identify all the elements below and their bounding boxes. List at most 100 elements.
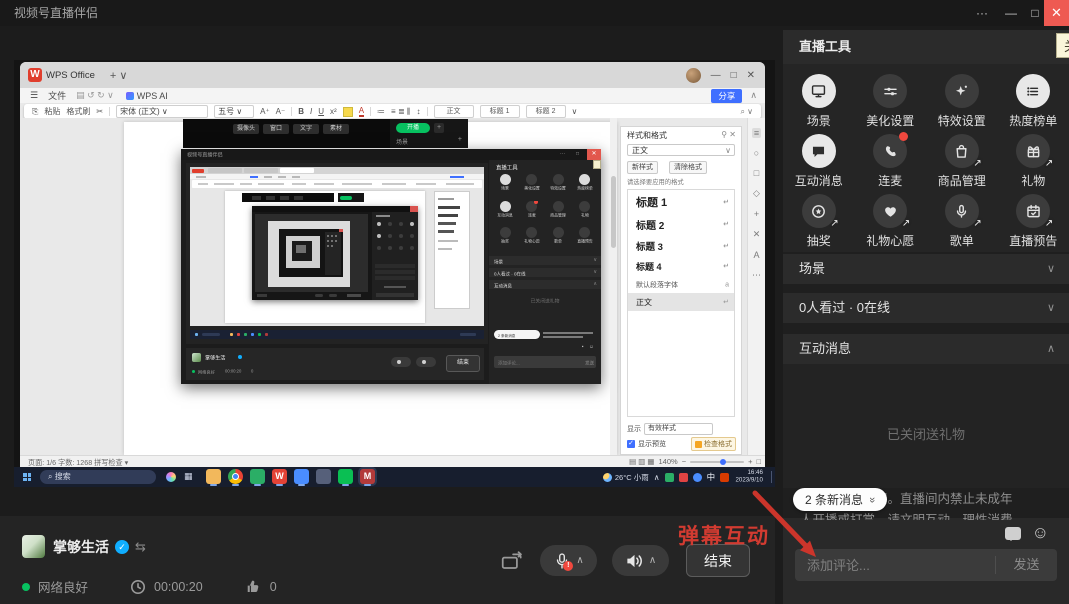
wps-ai-entry[interactable]: WPS AI	[126, 91, 168, 101]
speaker-options-chevron[interactable]: ∧	[649, 555, 656, 566]
close-button[interactable]: ✕	[1044, 0, 1069, 26]
tool-lottery[interactable]: ↗抽奖	[783, 194, 855, 254]
wps-share-button[interactable]: 分享	[711, 89, 742, 103]
zoom-in-icon[interactable]: +	[748, 457, 752, 466]
strip-icon[interactable]: ◇	[753, 188, 760, 199]
tool-effects-sparkle[interactable]: 特效设置	[926, 74, 998, 134]
danmaku-toggle-icon[interactable]	[1005, 527, 1021, 540]
highlight-color-icon[interactable]	[343, 107, 353, 117]
section-interaction[interactable]: 互动消息∧	[783, 334, 1069, 364]
style-item-selected[interactable]: 正文↵	[628, 293, 734, 311]
wechat-icon[interactable]	[338, 469, 353, 484]
strip-edit-icon[interactable]: ≡	[752, 128, 761, 138]
style-preview-checkbox[interactable]: ✓显示预览	[627, 439, 666, 449]
strip-icon[interactable]: ✕	[753, 229, 761, 240]
tray-icon-blue[interactable]	[693, 473, 702, 482]
format-painter-label[interactable]: 格式刷	[66, 106, 90, 117]
font-size-select[interactable]: 五号 ∨	[214, 105, 254, 118]
font-shrink-icon[interactable]: A⁻	[276, 107, 286, 116]
taskbar-search[interactable]: ⌕ 搜索	[40, 470, 156, 484]
speaker-button[interactable]: ∧	[612, 545, 669, 576]
bullet-list-icon[interactable]: ≔	[377, 107, 385, 116]
wps-quick-icons[interactable]: ▤ ↺ ↻ ∨	[76, 90, 114, 101]
add-scene-icon[interactable]: +	[434, 123, 444, 133]
font-color-icon[interactable]: A	[359, 107, 364, 117]
tool-beauty-sliders[interactable]: 美化设置	[855, 74, 927, 134]
source-button[interactable]: 素材	[323, 124, 349, 134]
cut-icon[interactable]: ✂	[96, 107, 103, 116]
start-button-icon[interactable]	[23, 473, 31, 481]
style-item[interactable]: 标题 1↵	[628, 190, 734, 213]
section-viewers[interactable]: 0人看过 · 0在线∨	[783, 293, 1069, 323]
mic-button[interactable]: ! ∧	[540, 545, 597, 576]
line-spacing-icon[interactable]: ↕	[417, 107, 421, 116]
tool-scene-monitor[interactable]: 场景	[783, 74, 855, 134]
tool-song-mic[interactable]: ↗歌单	[926, 194, 998, 254]
tool-mic-link-phone[interactable]: 连麦	[855, 134, 927, 194]
tool-heat-ranking[interactable]: 热度榜单	[998, 74, 1069, 134]
ime-indicator[interactable]: 中	[707, 471, 716, 483]
paste-label[interactable]: 粘贴	[44, 106, 60, 117]
dark-app-icon[interactable]	[316, 469, 331, 484]
tray-expand-icon[interactable]: ∧	[654, 473, 660, 482]
quark-icon[interactable]	[294, 469, 309, 484]
live-preview-screen[interactable]: W WPS Office + ∨ — □ ✕ ☰ 文件 ▤ ↺ ↻ ∨ WPS …	[14, 60, 775, 487]
tool-gift-wish-heart[interactable]: ↗礼物心愿	[855, 194, 927, 254]
tool-gift[interactable]: ↗礼物	[998, 134, 1069, 194]
tool-live-preview-calendar[interactable]: ↗直播预告	[998, 194, 1069, 254]
mic-options-chevron[interactable]: ∧	[576, 555, 583, 566]
style-show-select[interactable]: 有效样式	[644, 423, 713, 435]
style-panel-close-icon[interactable]: ⚲ ✕	[721, 130, 736, 139]
switch-account-icon[interactable]: ⇆	[135, 539, 146, 555]
strip-icon[interactable]: +	[754, 209, 759, 219]
fullscreen-icon[interactable]: □	[756, 457, 761, 466]
style-gallery-item[interactable]: 标题 1	[480, 105, 520, 118]
wps-file-menu[interactable]: 文件	[48, 89, 66, 102]
bold-icon[interactable]: B	[298, 107, 304, 116]
wps-account-avatar[interactable]	[686, 68, 701, 83]
tool-product-bag[interactable]: ↗商品管理	[926, 134, 998, 194]
send-button[interactable]: 发送	[996, 549, 1057, 581]
source-button[interactable]: 摄像头	[233, 124, 259, 134]
screen-flip-icon[interactable]	[500, 551, 524, 573]
style-gallery-item[interactable]: 正文	[434, 105, 474, 118]
tray-icon-red[interactable]	[679, 473, 688, 482]
go-live-button[interactable]: 开播	[396, 123, 430, 133]
paste-icon[interactable]: ⎘	[32, 107, 38, 117]
tray-icon-green[interactable]	[665, 473, 674, 482]
plus-icon[interactable]: +	[458, 136, 462, 143]
wps-new-tab-button[interactable]: + ∨	[103, 69, 135, 82]
superscript-icon[interactable]: x²	[330, 107, 337, 116]
find-replace-icon[interactable]: ⌕ ∨	[740, 107, 753, 117]
document-scrollbar[interactable]	[610, 118, 617, 455]
strip-icon[interactable]: □	[754, 168, 759, 178]
strip-icon[interactable]: ⋯	[752, 270, 761, 281]
check-format-button[interactable]: 检查格式	[691, 437, 736, 451]
section-scene[interactable]: 场景∨	[783, 254, 1069, 284]
wps-icon[interactable]: W	[272, 469, 287, 484]
italic-icon[interactable]: I	[310, 107, 312, 116]
source-button[interactable]: 文字	[293, 124, 319, 134]
emoji-icon[interactable]: ☺	[1032, 523, 1049, 543]
more-menu-button[interactable]: ···	[968, 0, 996, 26]
wps-restore-icon[interactable]: □	[731, 70, 737, 81]
style-item[interactable]: 标题 4↵	[628, 256, 734, 276]
zoom-slider[interactable]	[690, 461, 744, 463]
wps-collapse-ribbon-icon[interactable]: ∧	[750, 90, 757, 101]
tool-interaction-message[interactable]: 互动消息	[783, 134, 855, 194]
style-item[interactable]: 默认段落字体a	[628, 276, 734, 293]
underline-icon[interactable]: U	[318, 107, 324, 116]
view-mode-icons[interactable]: ▤ ▥ ▦	[629, 457, 654, 466]
style-gallery-more-icon[interactable]: ∨	[572, 107, 578, 116]
font-grow-icon[interactable]: A⁺	[260, 107, 270, 116]
strip-icon[interactable]: A	[753, 250, 759, 260]
wps-minimize-icon[interactable]: —	[711, 70, 721, 81]
strip-icon[interactable]: ○	[754, 148, 759, 158]
m-app-icon[interactable]: M	[360, 469, 375, 484]
copilot-icon[interactable]	[166, 472, 176, 482]
source-button[interactable]: 窗口	[263, 124, 289, 134]
file-explorer-icon[interactable]	[206, 469, 221, 484]
wps-hamburger-icon[interactable]: ☰	[30, 90, 38, 101]
align-icons[interactable]: ≡ ≣ ⫼	[391, 107, 411, 117]
green-app-icon[interactable]	[250, 469, 265, 484]
